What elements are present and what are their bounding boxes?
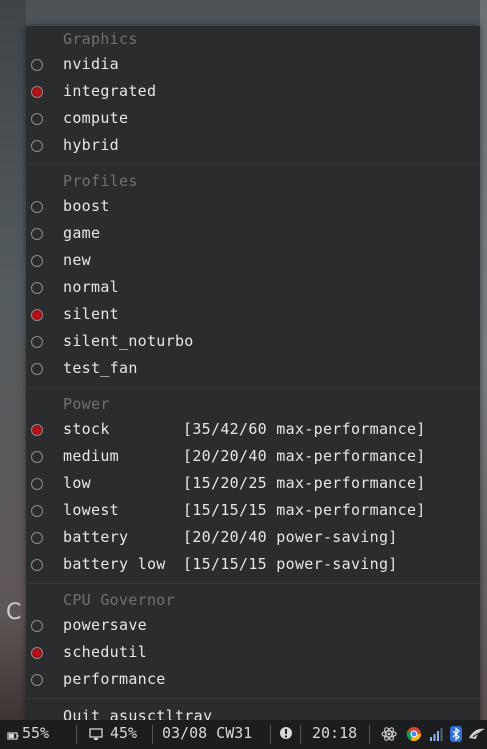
menu-item-power-battery[interactable]: battery [20/20/40 power-saving] <box>26 526 480 553</box>
menu-item-governor-powersave[interactable]: powersave <box>26 614 480 641</box>
menu-item-label: new <box>63 251 91 269</box>
menu-item-power-medium[interactable]: medium [20/20/40 max-performance] <box>26 445 480 472</box>
menu-item-label: game <box>63 224 101 242</box>
menu-item-detail: [20/20/40 power-saving] <box>183 528 398 546</box>
menu-item-graphics-integrated[interactable]: integrated <box>26 80 480 107</box>
bluetooth-icon[interactable] <box>450 726 462 746</box>
radio-icon <box>31 201 43 213</box>
network-signal-icon[interactable] <box>429 726 443 746</box>
menu-item-label: test_fan <box>63 359 138 377</box>
menu-item-graphics-nvidia[interactable]: nvidia <box>26 53 480 80</box>
menu-item-label: stock <box>63 420 110 438</box>
menu-item-power-low[interactable]: low [15/20/25 max-performance] <box>26 472 480 499</box>
display-brightness-icon <box>89 727 103 745</box>
radio-icon <box>31 140 43 152</box>
chrome-tray-icon[interactable] <box>406 726 422 746</box>
menu-item-graphics-hybrid[interactable]: hybrid <box>26 134 480 161</box>
menu-item-profile-normal[interactable]: normal <box>26 276 480 303</box>
menu-item-label: integrated <box>63 82 157 100</box>
menu-item-label: compute <box>63 109 129 127</box>
taskbar: 55% 45% 03/08 CW31 20:18 <box>0 720 487 749</box>
menu-item-power-stock[interactable]: stock [35/42/60 max-performance] <box>26 418 480 445</box>
taskbar-divider <box>369 725 370 744</box>
menu-separator <box>26 387 480 388</box>
radio-checked-icon <box>31 309 43 321</box>
radio-icon <box>31 363 43 375</box>
section-header-power: Power <box>63 395 110 413</box>
radio-icon <box>31 478 43 490</box>
menu-item-profile-silent-noturbo[interactable]: silent_noturbo <box>26 330 480 357</box>
menu-item-profile-new[interactable]: new <box>26 249 480 276</box>
radio-icon <box>31 505 43 517</box>
radio-icon <box>31 228 43 240</box>
menu-separator <box>26 583 480 584</box>
taskbar-divider <box>270 725 271 744</box>
menu-item-label: boost <box>63 197 110 215</box>
menu-item-detail: [15/20/25 max-performance] <box>183 474 426 492</box>
menu-item-power-battery-low[interactable]: battery low [15/15/15 power-saving] <box>26 553 480 580</box>
asusctltray-menu: Graphics nvidia integrated compute hybri… <box>26 26 480 728</box>
radio-icon <box>31 559 43 571</box>
menu-item-detail: [15/15/15 power-saving] <box>183 555 398 573</box>
section-header-graphics: Graphics <box>63 30 138 48</box>
menu-item-label: hybrid <box>63 136 119 154</box>
radio-icon <box>31 451 43 463</box>
menu-item-governor-schedutil[interactable]: schedutil <box>26 641 480 668</box>
menu-item-label: performance <box>63 670 166 688</box>
menu-item-governor-performance[interactable]: performance <box>26 668 480 695</box>
menu-item-label: battery <box>63 528 129 546</box>
menu-item-power-lowest[interactable]: lowest [15/15/15 max-performance] <box>26 499 480 526</box>
taskbar-divider <box>152 725 153 744</box>
radio-icon <box>31 59 43 71</box>
menu-item-label: normal <box>63 278 119 296</box>
rog-tray-icon[interactable] <box>468 726 486 746</box>
menu-item-label: lowest <box>63 501 119 519</box>
menu-item-profile-boost[interactable]: boost <box>26 195 480 222</box>
radio-icon <box>31 532 43 544</box>
brightness-percentage: 45% <box>110 724 138 742</box>
menu-item-detail: [15/15/15 max-performance] <box>183 501 426 519</box>
menu-item-label: medium <box>63 447 119 465</box>
menu-item-profile-game[interactable]: game <box>26 222 480 249</box>
radio-icon <box>31 336 43 348</box>
menu-item-label: battery low <box>63 555 166 573</box>
alert-icon[interactable] <box>279 726 293 744</box>
radio-checked-icon <box>31 424 43 436</box>
atom-tray-icon[interactable] <box>381 726 397 746</box>
battery-icon <box>7 728 19 746</box>
radio-icon <box>31 255 43 267</box>
menu-item-label: silent_noturbo <box>63 332 194 350</box>
menu-separator <box>26 164 480 165</box>
battery-percentage: 55% <box>22 724 50 742</box>
menu-item-label: low <box>63 474 91 492</box>
desktop-background-right <box>480 0 487 720</box>
menu-item-graphics-compute[interactable]: compute <box>26 107 480 134</box>
desktop-background-glyph: C <box>6 600 22 625</box>
menu-item-detail: [20/20/40 max-performance] <box>183 447 426 465</box>
radio-icon <box>31 113 43 125</box>
menu-separator <box>26 698 480 699</box>
menu-item-label: powersave <box>63 616 147 634</box>
taskbar-divider <box>300 725 301 744</box>
taskbar-divider <box>76 725 77 744</box>
radio-icon <box>31 620 43 632</box>
menu-item-label: schedutil <box>63 643 147 661</box>
menu-item-label: nvidia <box>63 55 119 73</box>
menu-item-profile-silent[interactable]: silent <box>26 303 480 330</box>
radio-icon <box>31 282 43 294</box>
section-header-profiles: Profiles <box>63 172 138 190</box>
date-week: 03/08 CW31 <box>162 724 253 742</box>
menu-item-label: silent <box>63 305 119 323</box>
menu-item-detail: [35/42/60 max-performance] <box>183 420 426 438</box>
radio-checked-icon <box>31 647 43 659</box>
radio-checked-icon <box>31 86 43 98</box>
clock: 20:18 <box>312 724 358 742</box>
radio-icon <box>31 674 43 686</box>
menu-item-profile-test-fan[interactable]: test_fan <box>26 357 480 384</box>
section-header-cpu-governor: CPU Governor <box>63 591 175 609</box>
